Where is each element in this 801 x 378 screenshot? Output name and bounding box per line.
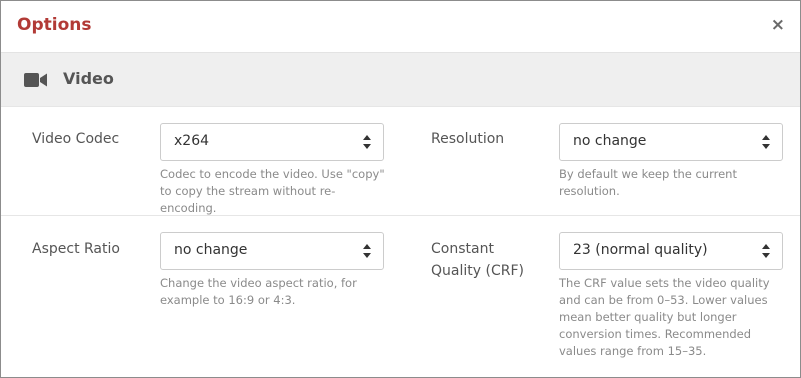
crf-label-line1: Constant	[431, 241, 494, 257]
aspect-ratio-select[interactable]: no change	[160, 232, 384, 270]
video-codec-value: x264	[174, 133, 210, 149]
video-camera-icon	[24, 73, 47, 87]
video-codec-help: Codec to encode the video. Use "copy" to…	[160, 167, 385, 215]
crf-select[interactable]: 23 (normal quality)	[559, 232, 783, 270]
dialog-header: Options ×	[1, 1, 800, 53]
options-row: Aspect Ratio no change Change the video …	[1, 216, 800, 376]
resolution-select[interactable]: no change	[559, 123, 783, 161]
crf-value: 23 (normal quality)	[573, 242, 708, 258]
options-dialog: Options × Video Video Codec x264 Codec t…	[0, 0, 801, 378]
select-arrows-icon	[762, 135, 770, 149]
dialog-title: Options	[17, 15, 92, 35]
resolution-label: Resolution	[431, 131, 505, 147]
resolution-help: By default we keep the current resolutio…	[559, 167, 737, 198]
aspect-ratio-value: no change	[174, 242, 248, 258]
video-section-header: Video	[1, 53, 800, 107]
crf-help: The CRF value sets the video quality and…	[559, 276, 770, 358]
options-row: Video Codec x264 Codec to encode the vid…	[1, 107, 800, 216]
resolution-value: no change	[573, 133, 647, 149]
section-title: Video	[63, 69, 114, 88]
select-arrows-icon	[363, 244, 371, 258]
select-arrows-icon	[762, 244, 770, 258]
select-arrows-icon	[363, 135, 371, 149]
crf-label-line2: Quality (CRF)	[431, 263, 524, 279]
close-icon[interactable]: ×	[771, 15, 785, 35]
video-codec-label: Video Codec	[32, 131, 120, 147]
video-codec-select[interactable]: x264	[160, 123, 384, 161]
aspect-ratio-help: Change the video aspect ratio, for examp…	[160, 276, 357, 307]
aspect-ratio-label: Aspect Ratio	[32, 241, 120, 257]
